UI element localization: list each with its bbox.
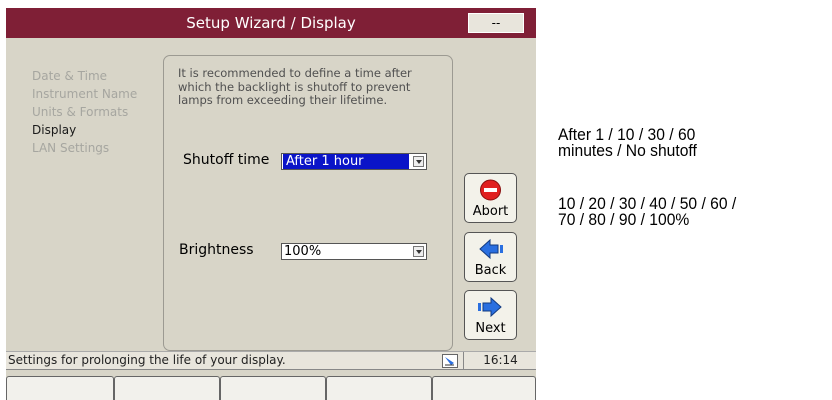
shutoff-time-value: After 1 hour <box>283 154 409 169</box>
back-button-label: Back <box>474 263 507 278</box>
softkey-2[interactable] <box>114 376 220 400</box>
softkey-1[interactable] <box>6 376 114 400</box>
status-bar: Settings for prolonging the life of your… <box>6 351 536 370</box>
back-button[interactable]: Back <box>464 232 517 282</box>
status-message: Settings for prolonging the life of your… <box>8 353 286 367</box>
softkey-5[interactable] <box>432 376 536 400</box>
shutoff-options-line-2: minutes / No shutoff <box>558 141 697 160</box>
shutoff-time-select[interactable]: After 1 hour <box>281 153 427 170</box>
brightness-options-line-2: 70 / 80 / 90 / 100% <box>558 210 690 229</box>
abort-button-label: Abort <box>472 204 509 219</box>
shutoff-dropdown-arrow-icon[interactable] <box>413 156 424 167</box>
softkey-4[interactable] <box>326 376 432 400</box>
brightness-select[interactable]: 100% <box>281 243 427 260</box>
softkey-bar <box>6 370 536 400</box>
wizard-step-display[interactable]: Display <box>32 121 137 139</box>
instrument-screen: Setup Wizard / Display -- Date & Time In… <box>6 8 536 400</box>
brightness-dropdown-arrow-icon[interactable] <box>413 246 424 257</box>
title-bar-button[interactable]: -- <box>468 13 524 33</box>
wizard-step-date-time[interactable]: Date & Time <box>32 67 137 85</box>
brightness-label: Brightness <box>179 242 254 258</box>
wizard-step-lan-settings[interactable]: LAN Settings <box>32 139 137 157</box>
title-bar: Setup Wizard / Display -- <box>6 8 536 38</box>
display-settings-panel: It is recommended to define a time after… <box>163 55 453 351</box>
window-title: Setup Wizard / Display <box>186 14 356 32</box>
pen-note-icon[interactable] <box>442 354 458 368</box>
softkey-3[interactable] <box>220 376 326 400</box>
wizard-step-instrument-name[interactable]: Instrument Name <box>32 85 137 103</box>
next-button[interactable]: Next <box>464 290 517 340</box>
clock-time: 16:14 <box>463 352 537 369</box>
left-arrow-icon <box>479 238 503 260</box>
abort-button[interactable]: Abort <box>464 173 517 223</box>
brightness-options-annotation: 10 / 20 / 30 / 40 / 50 / 60 / 70 / 80 / … <box>558 195 736 229</box>
stop-icon <box>480 179 501 201</box>
panel-description: It is recommended to define a time after… <box>178 66 412 107</box>
wizard-steps-list: Date & Time Instrument Name Units & Form… <box>32 67 137 157</box>
next-button-label: Next <box>475 321 506 336</box>
brightness-value: 100% <box>284 244 322 259</box>
right-arrow-icon <box>478 296 502 318</box>
shutoff-time-label: Shutoff time <box>183 152 270 168</box>
wizard-step-units-formats[interactable]: Units & Formats <box>32 103 137 121</box>
shutoff-options-annotation: After 1 / 10 / 30 / 60 minutes / No shut… <box>558 126 697 160</box>
